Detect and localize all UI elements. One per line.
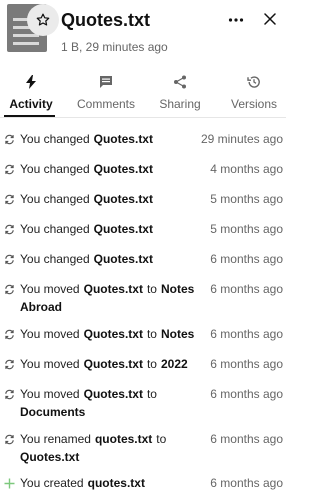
activity-file-ref: Documents [20,405,86,419]
close-icon [264,13,276,25]
activity-time: 6 months ago [210,252,283,266]
activity-file-ref: quotes.txt [94,432,153,446]
lightning-icon [23,74,39,90]
activity-message: You changed Quotes.txt [20,250,200,268]
activity-time: 6 months ago [210,357,283,371]
tab-sharing[interactable]: Sharing [150,70,210,118]
activity-text: to [156,432,167,446]
activity-message: You moved Quotes.txt to Documents [20,385,200,421]
activity-text: You changed [20,132,90,146]
activity-file-ref: Quotes.txt [83,387,143,401]
favorite-button[interactable] [27,4,59,36]
activity-time: 4 months ago [210,162,283,176]
activity-text: You changed [20,252,90,266]
activity-file-ref: Quotes.txt [93,162,153,176]
tab-versions-label: Versions [230,97,278,111]
activity-time: 6 months ago [210,282,283,296]
sync-icon [3,223,15,235]
tab-comments-label: Comments [76,97,135,111]
activity-file-ref: Quotes.txt [83,327,143,341]
sync-icon [3,193,15,205]
activity-message: You moved Quotes.txt to Notes [20,325,200,343]
file-header: Quotes.txt 1 B, 29 minutes ago [0,0,286,62]
activity-text: You moved [20,327,80,341]
activity-file-ref: Quotes.txt [20,450,80,464]
comment-icon [98,74,114,90]
activity-file-ref: Quotes.txt [93,192,153,206]
activity-file-ref: Quotes.txt [93,132,153,146]
history-icon [246,74,262,90]
tab-activity-label: Activity [9,97,53,111]
activity-file-ref: Quotes.txt [93,252,153,266]
activity-time: 6 months ago [210,327,283,341]
activity-time: 5 months ago [210,222,283,236]
close-button[interactable] [258,8,282,30]
activity-text: You changed [20,162,90,176]
file-meta: 1 B, 29 minutes ago [61,40,168,54]
activity-text: to [146,357,157,371]
activity-text: You moved [20,282,80,296]
activity-message: You renamed quotes.txt to Quotes.txt [20,430,200,466]
activity-text: You changed [20,192,90,206]
tab-activity[interactable]: Activity [0,70,62,118]
activity-time: 6 months ago [210,387,283,401]
activity-text: to [146,282,157,296]
file-name: Quotes.txt [61,10,151,30]
activity-time: 29 minutes ago [200,132,283,146]
sync-icon [3,283,15,295]
activity-time: 6 months ago [210,432,283,446]
activity-file-ref: Quotes.txt [83,282,143,296]
sync-icon [3,388,15,400]
activity-text: You created [20,476,84,490]
tabs-divider [0,117,286,118]
sync-icon [3,133,15,145]
activity-time: 6 months ago [210,476,283,490]
more-horizontal-icon [228,18,244,22]
sidebar-tabs: Activity Comments Sharing Versions [0,70,286,118]
activity-message: You created quotes.txt [20,474,200,492]
activity-message: You moved Quotes.txt to 2022 [20,355,200,373]
sync-icon [3,163,15,175]
activity-file-ref: quotes.txt [87,476,145,490]
sync-icon [3,433,15,445]
activity-text: You renamed [20,432,91,446]
activity-message: You changed Quotes.txt [20,220,200,238]
activity-message: You changed Quotes.txt [20,160,200,178]
plus-icon [3,477,15,489]
activity-file-ref: 2022 [160,357,188,371]
activity-message: You changed Quotes.txt [20,130,200,148]
activity-text: You changed [20,222,90,236]
activity-file-ref: Quotes.txt [93,222,153,236]
activity-file-ref: Notes [160,327,195,341]
tab-comments[interactable]: Comments [70,70,142,118]
activity-text: You moved [20,357,80,371]
activity-text: to [146,387,157,401]
activity-time: 5 months ago [210,192,283,206]
more-options-button[interactable] [224,10,248,30]
activity-message: You changed Quotes.txt [20,190,200,208]
sync-icon [3,358,15,370]
share-icon [172,74,188,90]
sync-icon [3,328,15,340]
star-outline-icon [36,13,50,26]
sync-icon [3,253,15,265]
activity-text: You moved [20,387,80,401]
activity-message: You moved Quotes.txt to Notes Abroad [20,280,200,316]
activity-file-ref: Quotes.txt [83,357,143,371]
tab-versions[interactable]: Versions [222,70,286,118]
activity-text: to [146,327,157,341]
tab-sharing-label: Sharing [159,97,201,111]
